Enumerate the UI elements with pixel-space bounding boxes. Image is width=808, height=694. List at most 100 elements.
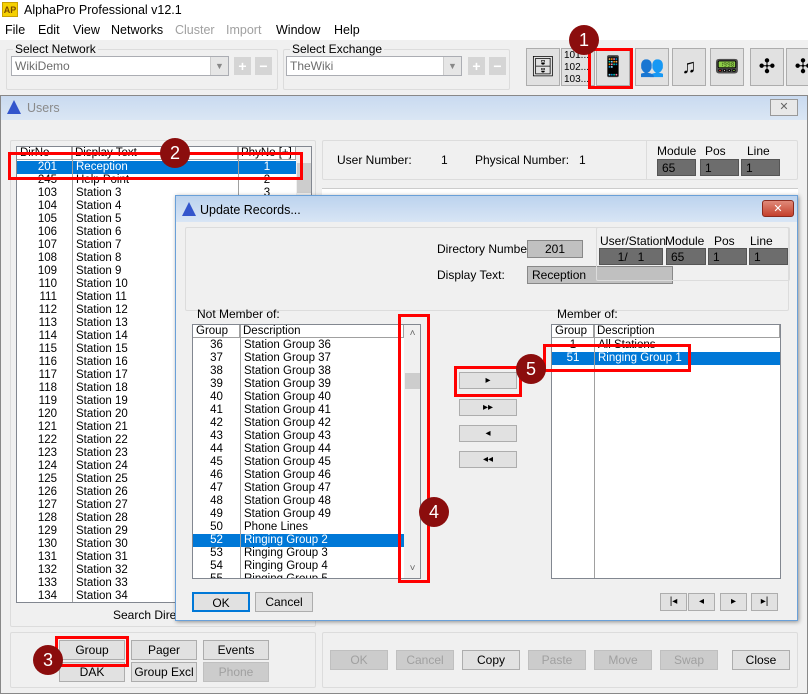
menu-help[interactable]: Help [334,23,360,37]
display-text-cell: Station 15 [76,343,128,355]
list-item[interactable]: 47 Station Group 47 [193,482,404,495]
exchange-server-icon[interactable]: 🗄 [526,48,560,86]
list-item[interactable]: 43 Station Group 43 [193,430,404,443]
menu-file[interactable]: File [5,23,25,37]
group-cell: 40 [210,391,223,403]
record-close-button[interactable]: Close [732,650,790,670]
module-label: Module [657,144,697,158]
list-item[interactable]: 36 Station Group 36 [193,339,404,352]
menu-import[interactable]: Import [226,23,261,37]
last-record-button[interactable]: ▸| [751,593,778,611]
record-cancel-button: Cancel [396,650,454,670]
col-description[interactable]: Description [240,325,404,338]
exchange-select[interactable]: TheWiki ▼ [286,56,462,76]
first-record-button[interactable]: |◂ [660,593,687,611]
add-all-button[interactable]: ▸▸ [459,399,517,416]
display-text-cell: Station 33 [76,577,128,589]
groups-people-icon[interactable]: 👥 [635,48,669,86]
user-group-excl-button[interactable]: Group Excl [131,662,197,682]
network-select[interactable]: WikiDemo ▼ [11,56,229,76]
update-records-dialog: Update Records... ✕ Directory Number: 20… [175,195,798,621]
user-dak-button[interactable]: DAK [59,662,125,682]
list-item[interactable]: 46 Station Group 46 [193,469,404,482]
chevron-down-icon[interactable]: ▼ [443,57,461,75]
list-item[interactable]: 44 Station Group 44 [193,443,404,456]
not-member-scrollbar[interactable]: ˄ ˅ [404,325,420,578]
list-item[interactable]: 51 Ringing Group 1 [552,352,780,365]
routing-icon[interactable]: ✣ [786,48,808,86]
group-cell: 44 [210,443,223,455]
display-text-cell: Station 23 [76,447,128,459]
col-phyno[interactable]: PhyNo [+] [238,147,296,160]
col-group[interactable]: Group [552,325,594,338]
menu-view[interactable]: View [73,23,100,37]
scrollbar-thumb[interactable] [405,373,420,389]
scrollbar-thumb[interactable] [297,163,311,193]
dialog-ok-button[interactable]: OK [192,592,250,612]
list-item[interactable]: 41 Station Group 41 [193,404,404,417]
description-cell: Station Group 40 [244,391,331,403]
list-item[interactable]: 54 Ringing Group 4 [193,560,404,573]
user-events-button[interactable]: Events [203,640,269,660]
list-item[interactable]: 55 Ringing Group 5 [193,573,404,578]
list-item[interactable]: 49 Station Group 49 [193,508,404,521]
dialog-close-button[interactable]: ✕ [762,200,794,217]
remove-exchange-button[interactable]: − [489,57,506,75]
remove-network-button[interactable]: − [255,57,272,75]
list-item[interactable]: 40 Station Group 40 [193,391,404,404]
list-item[interactable]: 48 Station Group 48 [193,495,404,508]
member-list[interactable]: Group Description 1 All Stations 51 Ringing… [551,324,781,579]
record-copy-button[interactable]: Copy [462,650,520,670]
network-nodes-icon[interactable]: ✣ [750,48,784,86]
step-badge-1: 1 [569,25,599,55]
dirno-cell: 131 [37,551,57,563]
not-member-label: Not Member of: [197,307,280,321]
dialog-cancel-button[interactable]: Cancel [255,592,313,612]
list-item[interactable]: 50 Phone Lines [193,521,404,534]
menu-window[interactable]: Window [276,23,320,37]
list-item[interactable]: 38 Station Group 38 [193,365,404,378]
chevron-down-icon[interactable]: ▼ [210,57,228,75]
add-selected-button[interactable]: ▸ [459,372,517,389]
scroll-down-icon[interactable]: ˅ [404,563,420,574]
next-record-button[interactable]: ▸ [720,593,747,611]
prev-record-button[interactable]: ◂ [688,593,715,611]
group-cell: 1 [569,339,577,351]
not-member-list[interactable]: Group Description ˄ ˅ 36 Station Group 36… [192,324,421,579]
pager-device-icon[interactable]: 📟 [710,48,744,86]
add-exchange-button[interactable]: + [468,57,485,75]
remove-all-button[interactable]: ◂◂ [459,451,517,468]
table-row[interactable]: 245 Help Point 2 [17,174,296,187]
user-group-button[interactable]: Group [59,640,125,660]
menu-networks[interactable]: Networks [111,23,163,37]
menu-edit[interactable]: Edit [38,23,60,37]
list-item[interactable]: 45 Station Group 45 [193,456,404,469]
col-group[interactable]: Group [193,325,240,338]
list-item[interactable]: 53 Ringing Group 3 [193,547,404,560]
display-text-cell: Station 31 [76,551,128,563]
table-row[interactable]: 201 Reception 1 [17,161,296,174]
music-icon[interactable]: ♫ [672,48,706,86]
remove-selected-button[interactable]: ◂ [459,425,517,442]
list-item[interactable]: 42 Station Group 42 [193,417,404,430]
list-item[interactable]: 37 Station Group 37 [193,352,404,365]
users-close-button[interactable]: ✕ [770,99,798,116]
display-text-cell: Station 27 [76,499,128,511]
users-phone-icon[interactable]: 📱 [596,48,630,86]
description-cell: Station Group 47 [244,482,331,494]
dirno-cell: 134 [37,590,57,602]
pos-label: Pos [714,234,735,248]
col-dirno[interactable]: DirNo [17,147,72,160]
user-pager-button[interactable]: Pager [131,640,197,660]
list-item[interactable]: 52 Ringing Group 2 [193,534,404,547]
list-item[interactable]: 39 Station Group 39 [193,378,404,391]
col-display-text[interactable]: Display Text [72,147,238,160]
display-text-cell: Station 6 [76,226,122,238]
dirno-cell: 245 [37,174,57,186]
col-description[interactable]: Description [594,325,780,338]
scroll-up-icon[interactable]: ˄ [404,328,420,339]
add-network-button[interactable]: + [234,57,251,75]
menu-cluster[interactable]: Cluster [175,23,215,37]
display-text-cell: Station 25 [76,473,128,485]
list-item[interactable]: 1 All Stations [552,339,780,352]
